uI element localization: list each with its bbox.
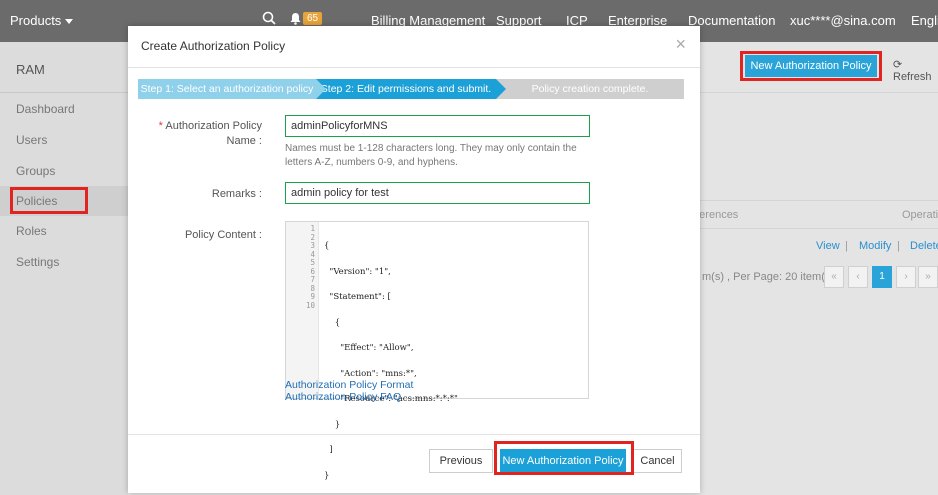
policy-content-label: Policy Content :: [184, 229, 262, 241]
products-label: Products: [10, 13, 62, 28]
dialog-title: Create Authorization Policy: [141, 39, 286, 53]
bell-icon[interactable]: [290, 12, 301, 25]
modify-link[interactable]: Modify: [859, 240, 891, 252]
notification-badge: 65: [303, 12, 323, 25]
close-icon[interactable]: ×: [675, 34, 686, 55]
step-arrow: [496, 79, 506, 99]
code-line: {: [324, 317, 341, 328]
sidebar: RAM Dashboard Users Groups Policies Role…: [0, 42, 128, 495]
step-2: Step 2: Edit permissions and submit.: [316, 79, 506, 99]
pager-next[interactable]: ›: [896, 266, 916, 288]
step-2-label: Step 2: Edit permissions and submit.: [320, 83, 492, 95]
step-arrow: [316, 79, 326, 99]
chevron-down-icon: [65, 19, 74, 25]
policy-content-editor[interactable]: 1 2 3 4 5 6 7 8 9 10 { "Version": "1", "…: [285, 221, 589, 480]
view-link[interactable]: View: [816, 240, 840, 252]
policy-name-label-line2: Name :: [226, 135, 262, 147]
code-line: "Action": "mns:*",: [324, 368, 417, 379]
pager-first[interactable]: «: [824, 266, 844, 288]
link-separator: |: [845, 240, 848, 252]
pager-prev[interactable]: ‹: [848, 266, 868, 288]
submit-highlight-box: [494, 441, 634, 475]
code-line: "Version": "1",: [324, 266, 391, 277]
table-header-top: [685, 200, 938, 201]
pager-last[interactable]: »: [918, 266, 938, 288]
sidebar-title: RAM: [16, 62, 45, 77]
line-number: 10: [305, 300, 315, 310]
policy-name-label-line1: Authorization Policy: [165, 120, 262, 132]
code-line: {: [324, 241, 330, 251]
sidebar-divider: [0, 92, 128, 93]
step-indicator: Step 1: Select an authorization policy S…: [138, 79, 684, 99]
cancel-button[interactable]: Cancel: [633, 449, 682, 473]
step-3: Policy creation complete.: [496, 79, 684, 99]
sidebar-item-users[interactable]: Users: [0, 125, 128, 155]
remarks-label: Remarks :: [211, 188, 262, 200]
remarks-input[interactable]: admin policy for test: [285, 182, 590, 204]
sidebar-item-settings[interactable]: Settings: [0, 247, 128, 277]
policy-name-label: * Authorization Policy Name :: [152, 119, 262, 149]
search-icon[interactable]: [262, 11, 276, 25]
pager-current-page[interactable]: 1: [872, 266, 892, 288]
products-menu[interactable]: Products: [10, 13, 74, 28]
policy-faq-link[interactable]: Authorization Policy FAQ: [285, 391, 401, 403]
sidebar-item-roles[interactable]: Roles: [0, 216, 128, 246]
refresh-button[interactable]: ⟳ Refresh: [893, 58, 938, 83]
link-separator: |: [897, 240, 900, 252]
step-1-label: Step 1: Select an authorization policy: [140, 83, 314, 95]
policy-name-input[interactable]: adminPolicyforMNS: [285, 115, 590, 137]
policy-format-link[interactable]: Authorization Policy Format: [285, 379, 413, 391]
nav-documentation[interactable]: Documentation: [688, 13, 775, 28]
refresh-label: Refresh: [893, 71, 932, 83]
previous-button[interactable]: Previous: [429, 449, 493, 473]
new-policy-highlight-box: [740, 51, 882, 81]
required-marker: *: [158, 120, 163, 132]
nav-language[interactable]: Engli: [911, 13, 938, 28]
policy-name-hint: Names must be 1-128 characters long. The…: [285, 143, 577, 168]
dialog-footer-divider: [128, 434, 700, 435]
delete-link[interactable]: Delete: [910, 240, 938, 252]
code-line: "Effect": "Allow",: [324, 343, 414, 353]
refresh-icon: ⟳: [893, 59, 903, 71]
divider: [685, 92, 938, 93]
table-header-bottom: [685, 228, 938, 229]
sidebar-item-groups[interactable]: Groups: [0, 156, 128, 186]
policies-highlight-box: [10, 187, 88, 214]
nav-user-account[interactable]: xuc****@sina.com: [790, 13, 896, 28]
sidebar-item-dashboard[interactable]: Dashboard: [0, 94, 128, 124]
code-line: "Statement": [: [324, 292, 391, 302]
create-policy-dialog: Create Authorization Policy × Step 1: Se…: [128, 26, 700, 493]
line-number-gutter: 1 2 3 4 5 6 7 8 9 10: [286, 222, 319, 398]
column-header-operations: Operatio: [902, 209, 938, 221]
dialog-header: Create Authorization Policy ×: [128, 26, 700, 68]
step-1: Step 1: Select an authorization policy: [138, 79, 326, 99]
pagination-summary: m(s) , Per Page: 20 item(s): [702, 271, 835, 283]
code-line: }: [324, 419, 341, 430]
step-3-label: Policy creation complete.: [531, 83, 649, 95]
